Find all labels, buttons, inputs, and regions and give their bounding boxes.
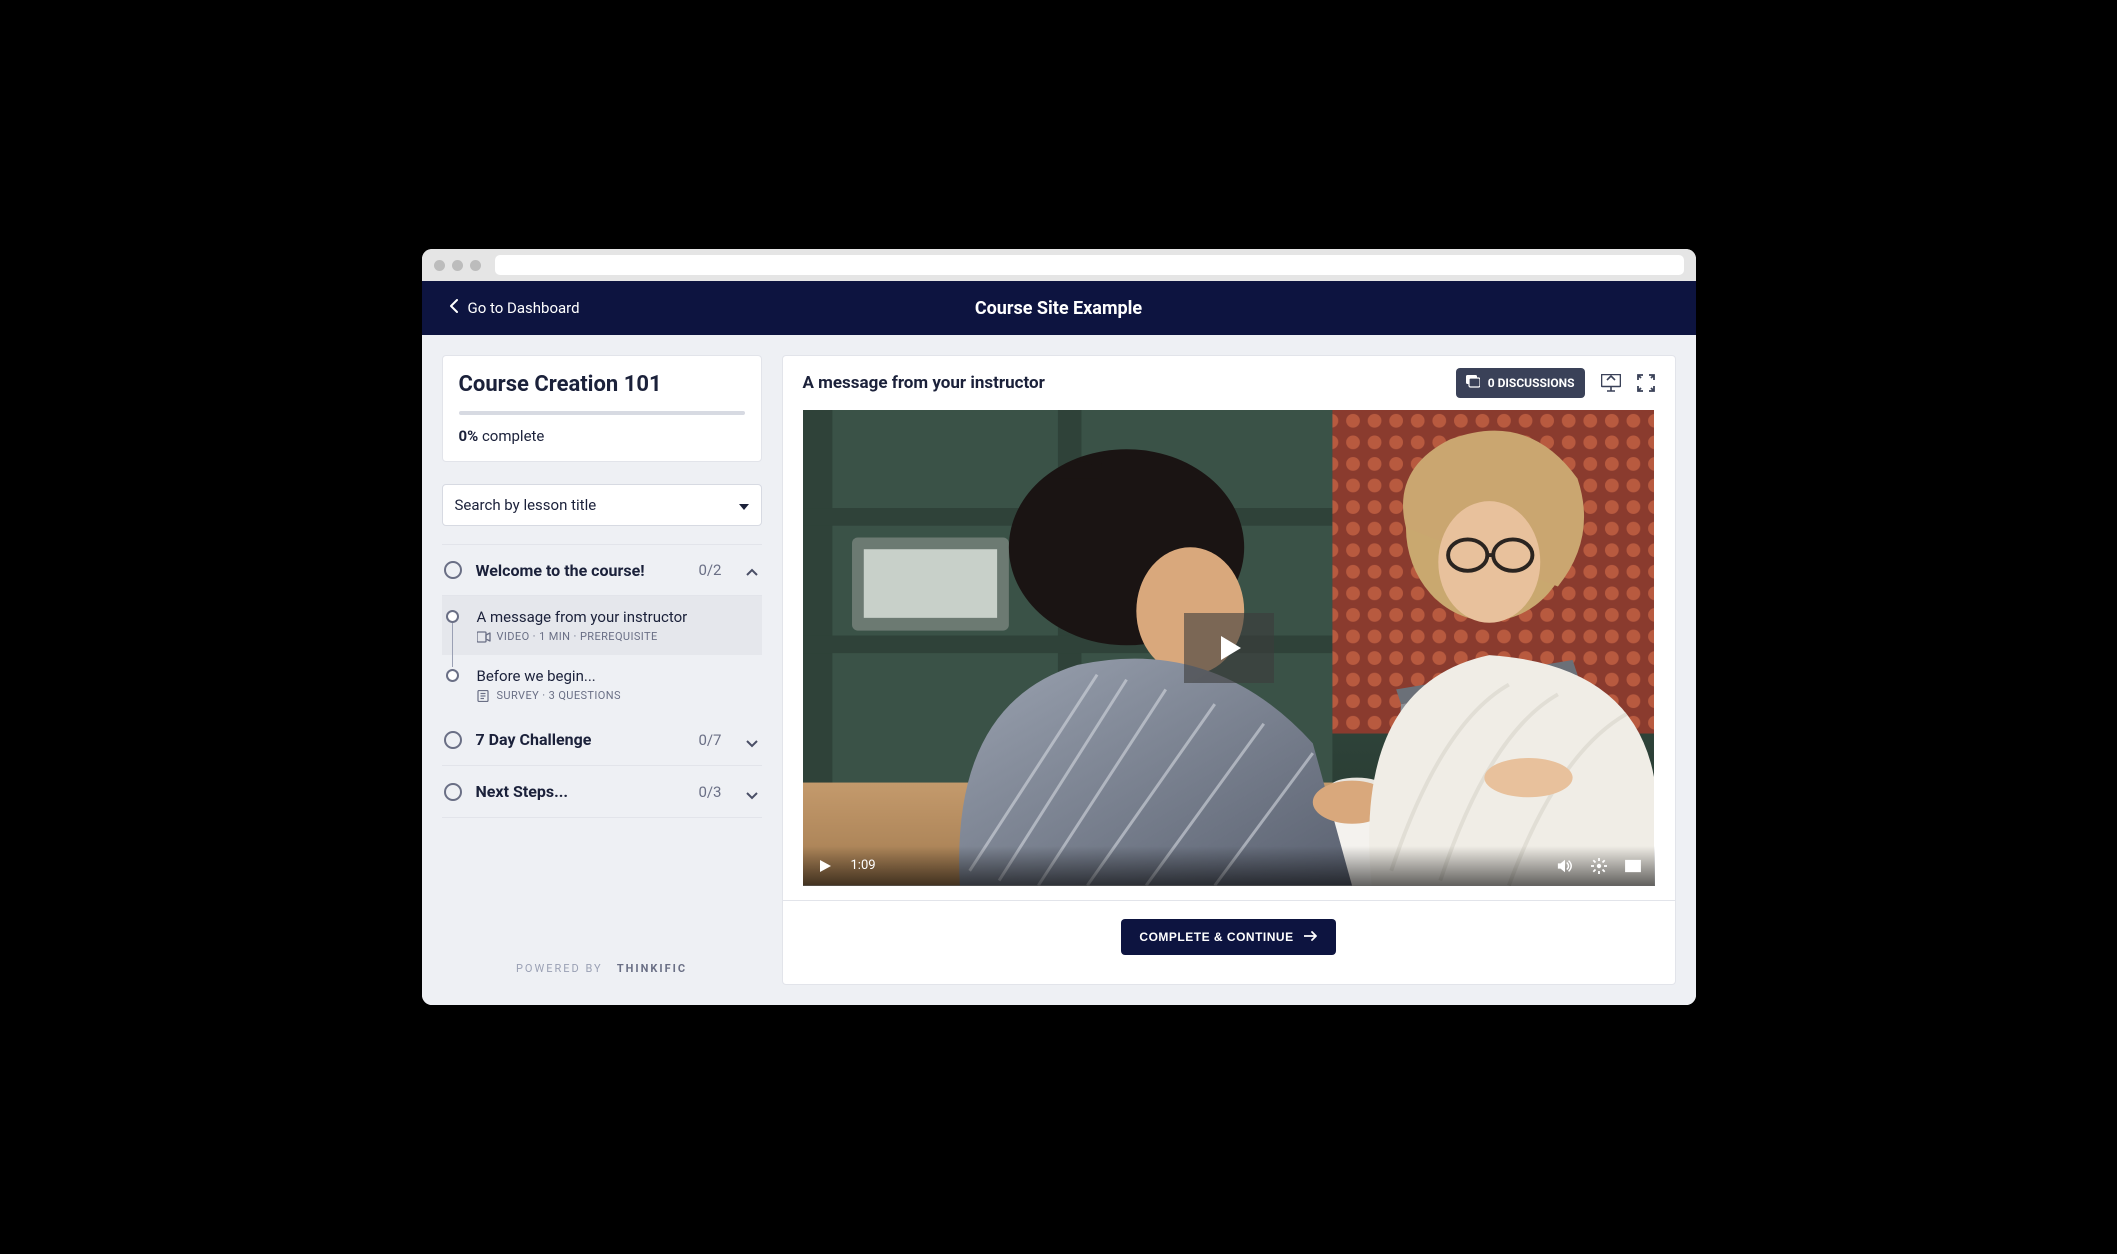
chapter-row-next-steps[interactable]: Next Steps... 0/3 [442, 766, 762, 818]
powered-by-footer: POWERED BY THINKIFIC [442, 932, 762, 985]
lesson-header: A message from your instructor 0 DISCUSS… [783, 356, 1675, 410]
chevron-down-icon [746, 734, 758, 746]
lesson-list-ch1: A message from your instructor VIDEO · 1… [442, 596, 762, 714]
progress-percent: 0% [459, 427, 479, 445]
progress-text: 0% complete [459, 427, 745, 445]
discussions-button[interactable]: 0 DISCUSSIONS [1456, 368, 1585, 398]
play-small-button[interactable] [817, 858, 833, 874]
lesson-text: Before we begin... SURVEY · 3 QUESTIONS [473, 667, 758, 702]
course-sidebar: Course Creation 101 0% complete Search b… [442, 355, 762, 985]
brand-name: THINKIFIC [617, 962, 687, 975]
lesson-search-dropdown[interactable]: Search by lesson title [442, 484, 762, 526]
lesson-status-icon [446, 610, 459, 623]
back-label: Go to Dashboard [468, 299, 580, 317]
chat-icon [1466, 375, 1480, 392]
progress-bar [459, 411, 745, 415]
chapter-list: Welcome to the course! 0/2 A message fro… [442, 534, 762, 818]
chapter-title: Next Steps... [476, 782, 685, 801]
video-icon [477, 631, 491, 643]
course-title: Course Creation 101 [459, 372, 745, 397]
chevron-up-icon [746, 564, 758, 576]
video-container: 1:09 [783, 410, 1675, 886]
site-title: Course Site Example [975, 298, 1142, 319]
complete-label: COMPLETE & CONTINUE [1139, 930, 1293, 944]
url-bar[interactable] [495, 255, 1684, 275]
close-dot[interactable] [434, 260, 445, 271]
minimize-dot[interactable] [452, 260, 463, 271]
powered-label: POWERED BY [516, 962, 603, 975]
chapter-row-7day[interactable]: 7 Day Challenge 0/7 [442, 714, 762, 766]
settings-button[interactable] [1591, 858, 1607, 874]
browser-window: Go to Dashboard Course Site Example Cour… [422, 249, 1696, 1005]
chapter-count: 0/3 [698, 783, 721, 801]
progress-circle-icon [444, 783, 462, 801]
chevron-left-icon [450, 299, 458, 317]
search-wrap: Search by lesson title [442, 484, 762, 526]
lesson-name: Before we begin... [477, 667, 758, 685]
survey-icon [477, 690, 491, 702]
lesson-meta-text: SURVEY · 3 QUESTIONS [497, 689, 621, 702]
lesson-text: A message from your instructor VIDEO · 1… [473, 608, 758, 643]
chapter-row-welcome[interactable]: Welcome to the course! 0/2 [442, 544, 762, 596]
lesson-meta: VIDEO · 1 MIN · PREREQUISITE [477, 630, 758, 643]
complete-continue-button[interactable]: COMPLETE & CONTINUE [1121, 919, 1335, 955]
video-player[interactable]: 1:09 [803, 410, 1655, 886]
top-nav: Go to Dashboard Course Site Example [422, 281, 1696, 335]
video-time: 1:09 [851, 858, 876, 873]
fullscreen-button[interactable] [1637, 374, 1655, 392]
content-area: Course Creation 101 0% complete Search b… [422, 335, 1696, 1005]
caret-down-icon [739, 496, 749, 514]
back-to-dashboard-link[interactable]: Go to Dashboard [450, 299, 580, 317]
lesson-title: A message from your instructor [803, 373, 1045, 393]
lesson-main: A message from your instructor 0 DISCUSS… [782, 355, 1676, 985]
toggle-sidebar-button[interactable] [1601, 374, 1621, 392]
lesson-item-before-we-begin[interactable]: Before we begin... SURVEY · 3 QUESTIONS [442, 655, 762, 714]
video-controls: 1:09 [803, 846, 1655, 886]
chapter-count: 0/2 [698, 561, 721, 579]
window-controls [434, 260, 481, 271]
lesson-status-icon [446, 669, 459, 682]
lesson-meta-text: VIDEO · 1 MIN · PREREQUISITE [497, 630, 658, 643]
lesson-actions: 0 DISCUSSIONS [1456, 368, 1655, 398]
course-summary-card: Course Creation 101 0% complete [442, 355, 762, 462]
chapter-count: 0/7 [698, 731, 721, 749]
browser-titlebar [422, 249, 1696, 281]
lesson-item-instructor-message[interactable]: A message from your instructor VIDEO · 1… [442, 596, 762, 655]
zoom-dot[interactable] [470, 260, 481, 271]
chapter-title: 7 Day Challenge [476, 730, 685, 749]
progress-circle-icon [444, 731, 462, 749]
search-placeholder: Search by lesson title [455, 496, 597, 514]
chapter-title: Welcome to the course! [476, 561, 685, 580]
arrow-right-icon [1304, 930, 1318, 944]
play-button[interactable] [1184, 613, 1274, 683]
chevron-down-icon [746, 786, 758, 798]
lesson-name: A message from your instructor [477, 608, 758, 626]
progress-circle-icon [444, 561, 462, 579]
volume-button[interactable] [1557, 858, 1573, 874]
lesson-footer: COMPLETE & CONTINUE [783, 900, 1675, 973]
video-fullscreen-button[interactable] [1625, 858, 1641, 874]
progress-word: complete [482, 427, 544, 445]
discussions-label: 0 DISCUSSIONS [1488, 376, 1575, 390]
lesson-meta: SURVEY · 3 QUESTIONS [477, 689, 758, 702]
